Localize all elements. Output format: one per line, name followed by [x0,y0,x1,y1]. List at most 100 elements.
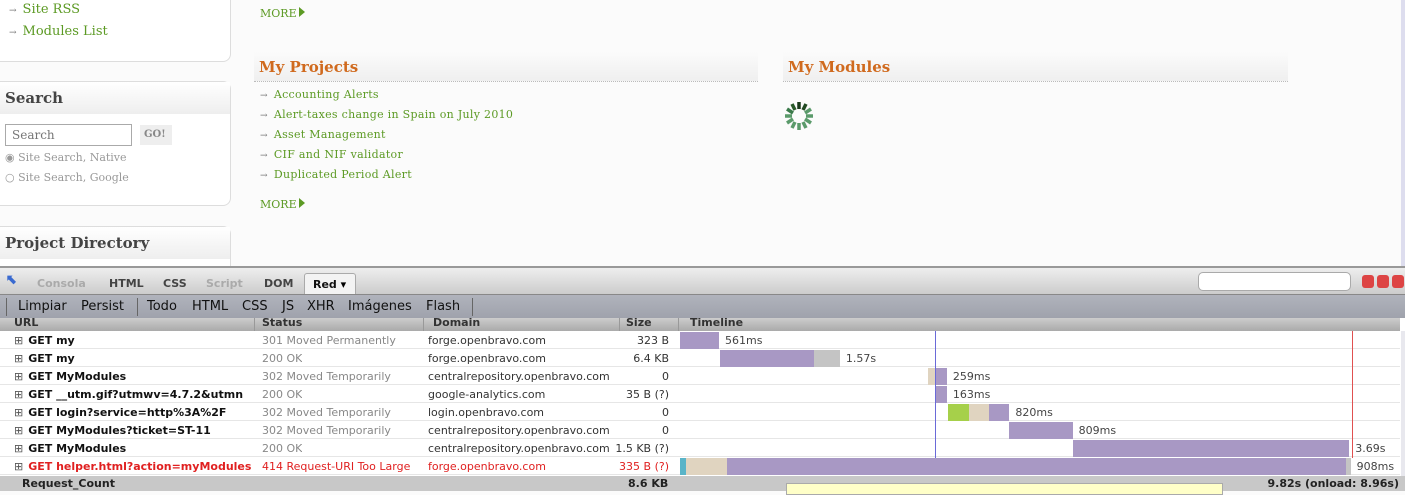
request-time: 908ms [1356,460,1395,473]
request-row[interactable]: GET MyModules?ticket=ST-11 302 Moved Temp… [0,421,1400,439]
request-size: 0 [662,424,669,437]
project-link[interactable]: → Duplicated Period Alert [260,168,412,181]
tab-dom[interactable]: DOM [264,277,293,290]
request-row[interactable]: GET my 301 Moved Permanently forge.openbra… [0,331,1400,349]
more-link[interactable]: MORE [260,7,305,20]
project-link[interactable]: → CIF and NIF validator [260,148,403,161]
filter-js[interactable]: JS [282,299,294,314]
request-row[interactable]: GET helper.html?action=myModules 414 Requ… [0,457,1400,475]
request-size: 335 B (?) [619,460,669,473]
timeline-bar-segment [948,404,970,421]
search-title: Search [0,82,230,114]
arrow-icon: → [260,91,268,101]
firebug-search-input[interactable] [1198,272,1351,291]
clear-button[interactable]: Limpiar [18,299,67,314]
timeline-bar-segment [686,458,728,475]
col-domain[interactable]: Domain [433,316,480,329]
request-time: 1.57s [845,352,877,365]
timeline-bar-segment [989,404,1010,421]
request-domain: centralrepository.openbravo.com [428,424,610,437]
radio-native[interactable]: ◉ Site Search, Native [5,151,127,164]
request-size: 35 B (?) [626,388,669,401]
request-url[interactable]: GET MyModules [14,370,254,383]
loading-spinner-icon [785,102,813,130]
request-status: 302 Moved Temporarily [262,370,391,383]
link-modules-list[interactable]: → Modules List [9,24,108,39]
detach-icon[interactable] [1377,275,1389,288]
request-url[interactable]: GET MyModules?ticket=ST-11 [14,424,254,437]
arrow-icon: → [260,131,268,141]
request-domain: google-analytics.com [428,388,546,401]
project-label: Accounting Alerts [273,88,379,101]
request-domain: login.openbravo.com [428,406,545,419]
timeline-bar-segment [680,332,719,349]
filter-flash[interactable]: Flash [426,299,460,314]
filter-html[interactable]: HTML [192,299,228,314]
request-time: 3.69s [1355,442,1386,455]
inspect-icon[interactable]: ⬉ [6,272,18,288]
col-size[interactable]: Size [626,316,652,329]
more-label: MORE [260,198,297,211]
request-row[interactable]: GET MyModules 302 Moved Temporarily centra… [0,367,1400,385]
col-timeline[interactable]: Timeline [690,316,743,329]
tab-script[interactable]: Script [206,277,243,290]
link-site-rss[interactable]: → Site RSS [9,2,80,17]
request-row[interactable]: GET my 200 OK forge.openbravo.com 6.4 KB 1.5… [0,349,1400,367]
tab-red[interactable]: Red ▾ [304,273,356,296]
request-row[interactable]: GET MyModules 200 OK centralrepository.ope… [0,439,1400,457]
project-label: Asset Management [273,128,386,141]
request-status: 200 OK [262,442,303,455]
project-link[interactable]: → Alert-taxes change in Spain on July 201… [260,108,513,121]
triangle-right-icon [298,198,305,208]
more-label: MORE [260,7,297,20]
tab-css[interactable]: CSS [163,277,187,290]
dom-loaded-line [935,331,937,458]
radio-google[interactable]: ○ Site Search, Google [5,171,129,184]
go-button[interactable]: GO! [140,125,172,145]
request-url[interactable]: GET MyModules [14,442,254,455]
request-row[interactable]: GET login?service=http%3A%2F 302 Moved Te… [0,403,1400,421]
project-link[interactable]: → Asset Management [260,128,386,141]
search-input[interactable] [5,124,132,146]
timeline-bar-segment [1008,422,1073,439]
project-label: CIF and NIF validator [273,148,404,161]
close-icon[interactable] [1392,275,1404,288]
request-status: 200 OK [262,388,303,401]
request-status: 302 Moved Temporarily [262,424,391,437]
tab-label: Red [313,278,337,291]
timeline-bar-segment [720,350,815,367]
persist-button[interactable]: Persist [81,299,124,314]
tab-consola[interactable]: Consola [37,277,86,290]
filter-images[interactable]: Imágenes [348,299,412,314]
net-scrollbar[interactable] [1401,331,1405,476]
request-url[interactable]: GET my [14,352,254,365]
request-status: 414 Request-URI Too Large [262,460,411,473]
project-label: Alert-taxes change in Spain on July 2010 [273,108,514,121]
col-url[interactable]: URL [14,316,38,329]
request-url[interactable]: GET helper.html?action=myModules [14,460,254,473]
tooltip [786,483,1223,495]
tab-html[interactable]: HTML [109,277,144,290]
filter-xhr[interactable]: XHR [307,299,335,314]
radio-label: Site Search, Google [18,171,129,184]
more-link[interactable]: MORE [260,198,305,211]
filter-css[interactable]: CSS [242,299,268,314]
total-time: 9.82s (onload: 8.96s) [1267,477,1399,490]
request-row[interactable]: GET __utm.gif?utmwv=4.7.2&utmn 200 OK goog… [0,385,1400,403]
request-domain: forge.openbravo.com [428,334,546,347]
minimize-icon[interactable] [1362,275,1374,288]
arrow-icon: → [260,111,268,121]
radio-label: Site Search, Native [18,151,127,164]
project-link[interactable]: → Accounting Alerts [260,88,379,101]
filter-all[interactable]: Todo [147,299,177,314]
page-scrollbar[interactable] [1401,0,1405,266]
request-time: 561ms [724,334,763,347]
request-status: 200 OK [262,352,303,365]
request-size: 0 [662,406,669,419]
request-url[interactable]: GET __utm.gif?utmwv=4.7.2&utmn [14,388,254,401]
col-status[interactable]: Status [262,316,302,329]
timeline-bar-segment [969,404,990,421]
net-table-header: URL Status Domain Size Timeline [0,316,1400,331]
request-url[interactable]: GET login?service=http%3A%2F [14,406,254,419]
request-url[interactable]: GET my [14,334,254,347]
